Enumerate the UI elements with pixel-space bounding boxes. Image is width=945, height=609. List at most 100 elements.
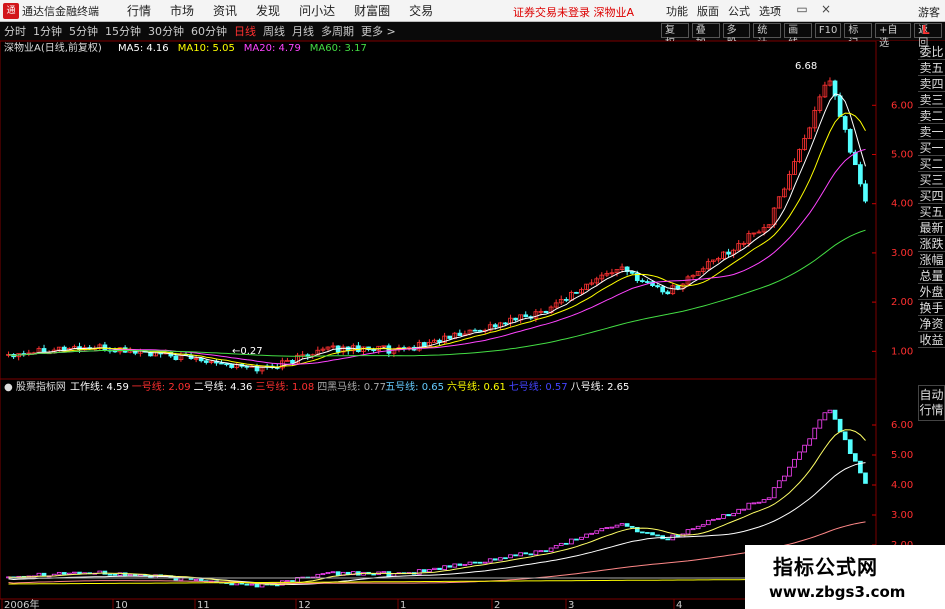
candle-body [726, 251, 731, 255]
main-legend-title: 深物业A(日线,前复权) [4, 41, 102, 54]
main-axis-label: 1.00 [891, 346, 913, 357]
menu-layout[interactable]: 版面 [697, 3, 719, 19]
menu-discover[interactable]: 发现 [256, 2, 280, 19]
toolbar-button[interactable]: 叠加 [691, 23, 720, 49]
date-label: 1 [400, 600, 406, 609]
maximize-icon[interactable]: ▭ [790, 2, 814, 16]
menu-news[interactable]: 资讯 [213, 2, 237, 19]
toolbar-button[interactable]: F10 [814, 23, 842, 38]
sub-legend-item: 八号线: 2.65 [571, 380, 630, 393]
sidebar-item[interactable]: 卖五 [918, 60, 945, 76]
main-axis-label: 4.00 [891, 199, 913, 210]
toolbar-button[interactable]: 多股 [722, 23, 751, 49]
toolbar-button[interactable]: +自选 [875, 23, 912, 49]
sub-candle [629, 525, 635, 528]
sidebar-item[interactable]: 卖一 [918, 124, 945, 140]
sidebar-item[interactable]: 总量 [918, 268, 945, 284]
period-tab[interactable]: 日线 [234, 23, 256, 39]
period-tab[interactable]: 周线 [263, 23, 285, 39]
sub-candle [655, 534, 660, 537]
sub-candle [472, 561, 478, 564]
sidebar-item[interactable]: 买二 [918, 156, 945, 172]
sidebar-item[interactable]: 买三 [918, 172, 945, 188]
sub-candle [650, 532, 655, 536]
minimize-icon[interactable]: – [766, 2, 790, 16]
date-label: 2 [494, 600, 500, 609]
sub-legend-item: 六号线: 0.61 [447, 380, 506, 393]
sidebar-item[interactable]: 收益 [918, 332, 945, 348]
period-tab[interactable]: 多周期 [321, 23, 354, 39]
sub-candle [254, 583, 260, 588]
period-tab[interactable]: 5分钟 [69, 23, 98, 39]
sidebar-item[interactable]: 委比 [918, 44, 945, 60]
sidebar-item[interactable]: 净资 [918, 316, 945, 332]
menu-function[interactable]: 功能 [666, 3, 688, 19]
menu-trade[interactable]: 交易 [409, 2, 433, 19]
sidebar-item[interactable]: 买五 [918, 204, 945, 220]
candle-body [447, 335, 453, 339]
sidebar-item[interactable]: 卖三 [918, 92, 945, 108]
sub-candle [503, 557, 508, 560]
sub-legend-item: 七号线: 0.57 [509, 380, 568, 393]
ma-legend-item: MA20: 4.79 [244, 43, 301, 54]
quote-sidebar-auto: 自动 行情 [918, 385, 945, 421]
sub-candle [335, 571, 341, 576]
sidebar-item[interactable]: 卖四 [918, 76, 945, 92]
sub-candle [837, 418, 843, 433]
sidebar-item[interactable]: 涨幅 [918, 252, 945, 268]
candle-body [645, 281, 650, 283]
sub-candle [477, 561, 483, 564]
toolbar-button[interactable]: 复权 [661, 23, 689, 49]
period-tab[interactable]: 分时 [4, 23, 26, 39]
guest-button[interactable]: 游客 [918, 4, 940, 20]
watermark: 指标公式网 www.zbgs3.com [745, 545, 945, 609]
sub-candle [563, 542, 569, 545]
menu-formula[interactable]: 公式 [728, 3, 750, 19]
menu-wealth[interactable]: 财富圈 [354, 2, 390, 19]
toolbar-button[interactable]: 画线 [784, 23, 812, 49]
sub-legend-item: 工作线: 4.59 [70, 380, 129, 393]
sidebar-item[interactable]: 外盘 [918, 284, 945, 300]
app-logo: 通 [3, 2, 19, 19]
candle-body [472, 329, 478, 332]
period-tab[interactable]: 15分钟 [105, 23, 141, 39]
menu-ask[interactable]: 问小达 [299, 2, 335, 19]
sub-candle [437, 567, 442, 570]
period-tab[interactable]: 更多 > [361, 23, 396, 39]
level-marker[interactable]: L [922, 23, 930, 37]
main-axis-label: 5.00 [891, 149, 913, 160]
close-icon[interactable]: × [814, 2, 838, 16]
sub-candle [543, 550, 549, 553]
candle-body [655, 285, 660, 288]
period-tab[interactable]: 月线 [292, 23, 314, 39]
sidebar-item[interactable]: 卖二 [918, 108, 945, 124]
sidebar-item[interactable]: 买四 [918, 188, 945, 204]
sidebar-item[interactable]: 换手 [918, 300, 945, 316]
sub-axis-label: 5.00 [891, 450, 913, 461]
menu-quotes[interactable]: 行情 [127, 2, 151, 19]
sub-candle [852, 453, 858, 462]
date-label: 10 [115, 600, 128, 609]
auto-quote-button[interactable]: 自动 行情 [918, 385, 945, 421]
sub-candle [640, 531, 645, 534]
sub-candle [624, 523, 630, 527]
candle-body [675, 285, 681, 290]
sub-candle [492, 558, 498, 561]
candle-body [371, 349, 376, 352]
sidebar-item[interactable]: 最新 [918, 220, 945, 236]
main-panel [0, 41, 877, 380]
toolbar-button[interactable]: 标记 [844, 23, 873, 49]
period-tab[interactable]: 60分钟 [191, 23, 227, 39]
kline-chart[interactable]: 深物业A(日线,前复权) MA5: 4.16 MA10: 5.05 MA20: 4.7… [0, 41, 916, 609]
candle-body [61, 346, 67, 351]
login-warning[interactable]: 证券交易未登录 深物业A [513, 4, 634, 20]
sidebar-item[interactable]: 涨跌 [918, 236, 945, 252]
date-label: 11 [197, 600, 210, 609]
window-controls: – ▭ × [766, 2, 838, 16]
menu-market[interactable]: 市场 [170, 2, 194, 19]
sidebar-item[interactable]: 买一 [918, 140, 945, 156]
period-tab[interactable]: 30分钟 [148, 23, 184, 39]
period-tab[interactable]: 1分钟 [33, 23, 62, 39]
toolbar-button[interactable]: 统计 [753, 23, 782, 49]
sub-candle [198, 578, 204, 582]
